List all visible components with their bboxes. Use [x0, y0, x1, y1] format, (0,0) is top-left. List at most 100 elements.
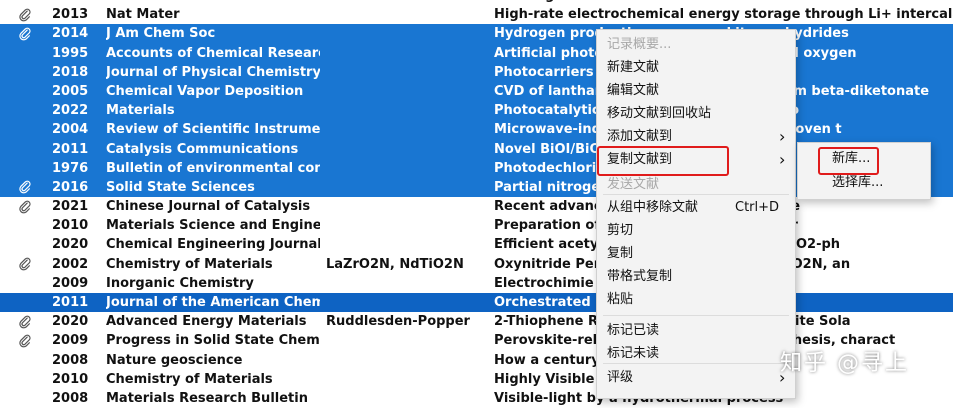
menu-separator — [603, 363, 789, 364]
year-cell: 2010 — [52, 218, 89, 234]
journal-cell: Chinese Journal of Catalysis — [106, 199, 311, 215]
paperclip-icon — [19, 8, 31, 22]
menu-item-0: 记录概要... — [597, 34, 795, 56]
year-cell: 2004 — [52, 122, 89, 138]
year-cell: 2013 — [52, 7, 89, 23]
journal-cell: Chemistry of Materials — [106, 256, 273, 272]
table-row[interactable]: 2004 Review of Scientific Instruments Micr… — [0, 120, 953, 140]
paperclip-icon — [19, 27, 31, 41]
paperclip-icon — [19, 181, 31, 194]
menu-item-10[interactable]: 带格式复制 — [597, 266, 795, 288]
journal-cell: Inorganic Chemistry — [106, 275, 254, 291]
menu-item-label: 编辑文献 — [607, 83, 660, 98]
paperclip-icon — [19, 334, 31, 348]
year-cell: 2002 — [52, 256, 89, 272]
journal-cell: Accounts of Chemical Research — [106, 45, 320, 61]
table-row[interactable]: 2010Materials Science and Engineerin...P… — [0, 216, 953, 235]
menu-item-11[interactable]: 粘贴 — [597, 289, 795, 311]
table-row[interactable]: 2018 Journal of Physical Chemistry C Photo… — [0, 62, 953, 82]
menu-item-label: 复制 — [607, 246, 634, 261]
menu-item-label: 添加文献到 — [607, 129, 673, 144]
table-row[interactable]: 2005 Chemical Vapor Deposition CVD of lant… — [0, 81, 953, 102]
journal-cell: Materials — [106, 103, 175, 119]
attachment-cell — [18, 178, 38, 197]
journal-cell: Nature geoscience — [106, 352, 243, 368]
attachment-cell — [18, 197, 38, 216]
keywords-cell: Ruddlesden-Popper — [326, 314, 470, 330]
watermark: 知乎 @寻上 — [780, 351, 909, 376]
highlight-copy-to — [597, 146, 729, 176]
menu-item-4[interactable]: 添加文献到 › — [597, 126, 795, 148]
menu-item-label: 发送文献 — [607, 177, 660, 192]
year-cell: 2009 — [52, 275, 89, 291]
journal-cell: Chemical Vapor Deposition — [106, 83, 304, 99]
menu-separator — [603, 194, 789, 195]
table-row[interactable]: 2009Inorganic ChemistryElectrochimie "Ch… — [0, 274, 953, 293]
year-cell: 1976 — [52, 160, 89, 176]
menu-separator — [603, 315, 789, 316]
year-cell: 2008 — [52, 390, 89, 406]
journal-cell: Chemistry of Materials — [106, 371, 273, 387]
table-row[interactable]: 1995 Accounts of Chemical Research Artific… — [0, 43, 953, 63]
chevron-right-icon: › — [779, 150, 786, 169]
title-cell: High-rate electrochemical energy storage… — [494, 7, 953, 23]
attachment-cell — [18, 255, 38, 274]
paperclip-icon — [19, 257, 31, 271]
journal-cell: Review of Scientific Instruments — [106, 122, 320, 138]
table-row[interactable]: 2020 Advanced Energy Materials Ruddlesden-… — [0, 312, 953, 331]
paperclip-icon — [19, 200, 31, 213]
menu-item-8[interactable]: 剪切 — [597, 220, 795, 242]
menu-item-label: 移动文献到回收站 — [607, 106, 712, 121]
journal-cell: Nat Mater — [106, 7, 180, 23]
year-cell: 2010 — [52, 371, 89, 387]
journal-cell: Journal of the American Chemica... — [106, 295, 320, 310]
menu-item-shortcut: Ctrl+D — [735, 200, 780, 215]
journal-cell: Advanced Energy Materials — [106, 314, 307, 330]
menu-item-label: 剪切 — [607, 223, 634, 238]
chevron-right-icon: › — [779, 127, 786, 146]
menu-item-7[interactable]: 从组中移除文献 Ctrl+D — [597, 197, 795, 219]
journal-cell: Solid State Sciences — [106, 179, 255, 195]
table-row[interactable]: 2020 Chemical Engineering Journal Efficien… — [0, 235, 953, 254]
year-cell: 2009 — [52, 333, 89, 349]
year-cell: 2020 — [52, 237, 89, 253]
year-cell: 2018 — [52, 64, 89, 80]
keywords-cell: LaZrO2N, NdTiO2N — [326, 256, 464, 272]
menu-item-9[interactable]: 复制 — [597, 243, 795, 265]
highlight-new-library — [818, 147, 879, 175]
menu-item-label: 带格式复制 — [607, 269, 673, 284]
journal-cell: Bulletin of environmental conta... — [106, 160, 320, 176]
year-cell: 2016 — [52, 179, 89, 195]
menu-item-2[interactable]: 编辑文献 — [597, 80, 795, 102]
journal-cell: Chemical Engineering Journal — [106, 237, 320, 253]
table-row[interactable]: 2011Journal of the American Chemica...Or… — [0, 293, 953, 313]
menu-item-3[interactable]: 移动文献到回收站 — [597, 103, 795, 125]
paperclip-icon — [19, 315, 31, 329]
table-row[interactable]: 2022MaterialsPhotocatalytic TiO2 Heteroj… — [0, 101, 953, 121]
attachment-cell — [18, 5, 38, 24]
year-cell: 2011 — [52, 295, 89, 310]
table-row[interactable]: 2002 Chemistry of Materials LaZrO2N, NdTiO… — [0, 255, 953, 274]
menu-item-13[interactable]: 标记未读 — [597, 343, 795, 365]
year-cell: 2005 — [52, 83, 89, 99]
table-row[interactable]: 2008 Materials Research Bulletin Visible-l… — [0, 389, 953, 408]
menu-item-label: 新建文献 — [607, 60, 660, 75]
journal-cell: Progress in Solid State Chemistry — [106, 333, 320, 349]
context-menu: 记录概要... 新建文献 编辑文献 移动文献到回收站 添加文献到 › 复制文献到 › 发送文献从… — [596, 29, 796, 399]
submenu-item-1[interactable]: 选择库... — [798, 172, 930, 194]
menu-item-1[interactable]: 新建文献 — [597, 57, 795, 79]
menu-item-12[interactable]: 标记已读 — [597, 320, 795, 342]
menu-item-14[interactable]: 评级 › — [597, 367, 795, 389]
year-cell: 1995 — [52, 45, 89, 61]
menu-item-label: 粘贴 — [607, 292, 634, 307]
menu-item-6: 发送文献 — [597, 174, 795, 196]
year-cell: 2020 — [52, 314, 89, 330]
table-row[interactable]: 2013 Nat Mater High-rate electrochemical e… — [0, 5, 953, 24]
attachment-cell — [18, 24, 38, 43]
journal-cell: Materials Science and Engineerin... — [106, 218, 320, 234]
table-row[interactable]: 2014J Am Chem SocHydrogen production on … — [0, 24, 953, 44]
attachment-cell — [18, 312, 38, 331]
journal-cell: Journal of Physical Chemistry C — [106, 64, 320, 80]
year-cell: 2008 — [52, 352, 89, 368]
year-cell: 2022 — [52, 103, 89, 119]
